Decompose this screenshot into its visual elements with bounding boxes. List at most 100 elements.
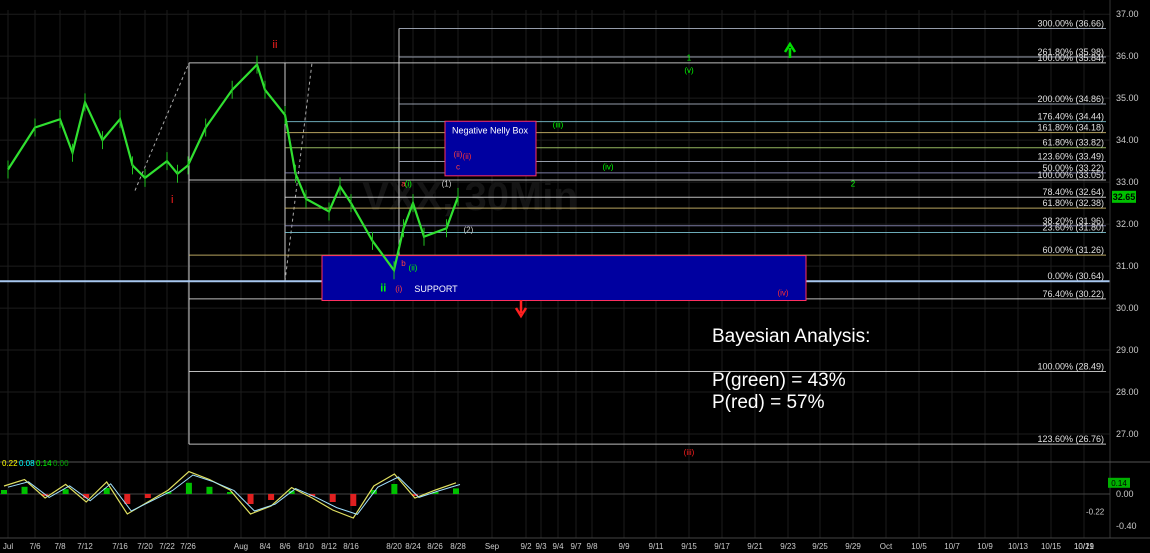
osc-header-value: 0.14	[36, 459, 52, 468]
x-axis-tick: 8/24	[405, 542, 421, 551]
osc-histogram-bar	[144, 494, 151, 498]
x-axis-tick: 9/11	[649, 542, 665, 551]
x-axis-tick: Jul	[3, 542, 13, 551]
x-axis-tick: 9/8	[586, 542, 598, 551]
osc-histogram-bar	[21, 486, 28, 494]
wave-label: c	[456, 163, 460, 172]
wave-label: ii	[273, 39, 278, 51]
wave-label: 2	[851, 179, 856, 188]
fib-level-label: 0.00% (30.64)	[1047, 271, 1104, 281]
annotation-p-red: P(red) = 57%	[712, 392, 825, 413]
wave-label: (1)	[442, 179, 452, 188]
osc-header-value: 0.22	[2, 459, 18, 468]
fib-level-label: 78.40% (32.64)	[1042, 187, 1104, 197]
wave-label: 1	[687, 53, 692, 62]
annotation-title: Bayesian Analysis:	[712, 326, 871, 347]
x-axis-tick: 10/21	[1074, 542, 1095, 551]
fib-level-label: 61.80% (32.38)	[1042, 198, 1104, 208]
bayesian-annotation: Bayesian Analysis: P(green) = 43% P(red)…	[712, 326, 870, 414]
x-axis-tick: 9/3	[535, 542, 547, 551]
fib-level-label: 123.60% (26.76)	[1037, 434, 1104, 444]
wave-label: (v)	[684, 66, 694, 75]
support-box-wave: (iv)	[777, 288, 788, 297]
x-axis-tick: 9/9	[618, 542, 630, 551]
x-axis-tick: 7/16	[112, 542, 128, 551]
wave-label: i	[171, 194, 173, 206]
price-chart: VXX, 30Min300.00% (36.66)261.80% (35.98)…	[0, 0, 1150, 551]
price-axis-tick: 36.00	[1116, 51, 1139, 61]
osc-axis-tick: 0.00	[1116, 489, 1134, 499]
osc-axis-tick: -0.40	[1116, 521, 1137, 531]
x-axis-tick: 7/6	[29, 542, 41, 551]
osc-header-value: 0.08	[19, 459, 35, 468]
fib-level-label: 123.60% (33.49)	[1037, 152, 1104, 162]
price-axis-tick: 31.00	[1116, 261, 1139, 271]
x-axis-tick: 7/22	[159, 542, 175, 551]
osc-histogram-bar	[247, 494, 254, 504]
fib-level-label: 200.00% (34.86)	[1037, 94, 1104, 104]
x-axis-tick: 7/12	[77, 542, 93, 551]
fib-level-label: 76.40% (30.22)	[1042, 289, 1104, 299]
osc-line-yellow	[3, 470, 457, 519]
x-axis-tick: 9/25	[812, 542, 828, 551]
x-axis-tick: 10/13	[1008, 542, 1029, 551]
current-price-value: 32.65	[1113, 192, 1136, 202]
x-axis-tick: 9/2	[520, 542, 532, 551]
wave-label: (i)	[395, 284, 402, 293]
fib-level-label: 60.00% (31.26)	[1042, 245, 1104, 255]
osc-histogram-bar	[453, 488, 459, 494]
osc-histogram-bar	[391, 484, 398, 494]
wave-label: (iii)	[553, 121, 564, 130]
price-axis-tick: 35.00	[1116, 93, 1139, 103]
negative-nelly-box-label: Negative Nelly Box	[452, 125, 529, 135]
chart-stage: VXX, 30Min 300.00% (36.66) 261.80% (35.98)…	[0, 0, 1150, 553]
x-axis-tick: Sep	[485, 542, 500, 551]
price-axis-tick: 33.00	[1116, 177, 1139, 187]
swing-dotted-line	[284, 62, 313, 282]
fib-level-label: 300.00% (36.66)	[1037, 18, 1104, 28]
x-axis-tick: 9/21	[747, 542, 763, 551]
osc-histogram-bar	[350, 494, 357, 506]
x-axis-tick: Aug	[234, 542, 248, 551]
x-axis-tick: 8/4	[259, 542, 271, 551]
annotation-p-green: P(green) = 43%	[712, 370, 846, 391]
x-axis-tick: 8/6	[279, 542, 291, 551]
wave-label: (ii)	[409, 263, 418, 272]
x-axis-tick: 8/20	[386, 542, 402, 551]
x-axis-tick: 8/16	[343, 542, 359, 551]
price-axis-tick: 29.00	[1116, 345, 1139, 355]
price-axis-tick: 28.00	[1116, 387, 1139, 397]
price-axis-tick: 34.00	[1116, 135, 1139, 145]
x-axis-tick: Oct	[880, 542, 893, 551]
x-axis-tick: 9/15	[681, 542, 697, 551]
osc-header-value: 0.00	[53, 459, 69, 468]
x-axis-tick: 7/26	[180, 542, 196, 551]
x-axis-tick: 8/28	[450, 542, 466, 551]
x-axis-tick: 9/23	[780, 542, 796, 551]
wave-label: (iv)	[602, 163, 613, 172]
x-axis-tick: 10/7	[944, 542, 960, 551]
support-box-label: SUPPORT	[414, 284, 458, 294]
fib-level-label: 100.00% (35.84)	[1037, 53, 1104, 63]
x-axis-tick: 7/8	[54, 542, 66, 551]
osc-histogram-bar	[329, 494, 336, 502]
wave-label: (ii)	[454, 150, 463, 159]
osc-histogram-bar	[1, 490, 7, 494]
fib-level-label: 100.00% (33.05)	[1037, 170, 1104, 180]
osc-badge-value: 0.14	[1111, 479, 1127, 488]
x-axis-tick: 10/9	[977, 542, 993, 551]
osc-histogram-bar	[206, 486, 213, 494]
x-axis-tick: 9/17	[714, 542, 730, 551]
wave-label: ii	[380, 282, 386, 294]
osc-histogram-bar	[185, 482, 192, 494]
fib-level-label: 23.60% (31.80)	[1042, 223, 1104, 233]
osc-badge-value: -0.22	[1086, 508, 1105, 517]
fib-level-label: 176.40% (34.44)	[1037, 112, 1104, 122]
fib-level-label: 61.80% (33.82)	[1042, 138, 1104, 148]
wave-label: (iii)	[684, 448, 695, 457]
wave-label: (2)	[464, 226, 474, 235]
x-axis-tick: 9/29	[845, 542, 861, 551]
x-axis-tick: 9/7	[570, 542, 582, 551]
x-axis-tick: 8/26	[427, 542, 443, 551]
price-axis-tick: 27.00	[1116, 429, 1139, 439]
